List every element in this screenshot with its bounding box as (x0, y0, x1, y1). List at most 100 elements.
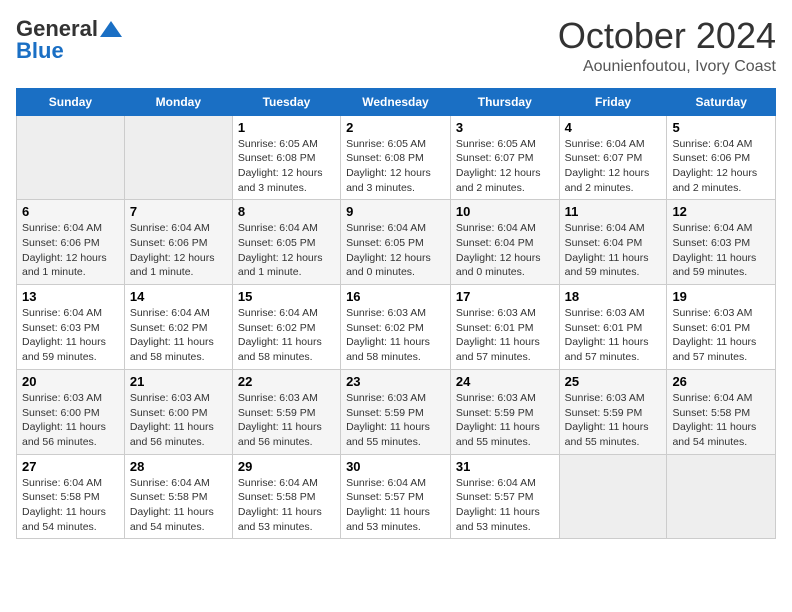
table-row: 25Sunrise: 6:03 AM Sunset: 5:59 PM Dayli… (559, 369, 667, 454)
table-row: 4 Sunrise: 6:04 AM Sunset: 6:07 PM Daylig… (559, 115, 667, 200)
day-number: 8 (238, 204, 335, 219)
day-number: 30 (346, 459, 445, 474)
day-info: Sunrise: 6:04 AM Sunset: 5:58 PM Dayligh… (238, 476, 335, 535)
day-number: 7 (130, 204, 227, 219)
header-friday: Friday (559, 88, 667, 115)
day-info: Sunrise: 6:04 AM Sunset: 6:04 PM Dayligh… (565, 221, 662, 280)
table-row: 12 Sunrise: 6:04 AM Sunset: 6:03 PM Dayli… (667, 200, 776, 285)
day-number: 1 (238, 120, 335, 135)
table-row: 15 Sunrise: 6:04 AM Sunset: 6:02 PM Dayli… (232, 285, 340, 370)
table-row: 10 Sunrise: 6:04 AM Sunset: 6:04 PM Dayli… (450, 200, 559, 285)
table-row: 3 Sunrise: 6:05 AM Sunset: 6:07 PM Daylig… (450, 115, 559, 200)
day-info: Sunrise: 6:03 AM Sunset: 6:01 PM Dayligh… (672, 306, 770, 365)
day-number: 12 (672, 204, 770, 219)
table-row: 29 Sunrise: 6:04 AM Sunset: 5:58 PM Dayli… (232, 454, 340, 539)
week-row-1: 1 Sunrise: 6:05 AM Sunset: 6:08 PM Daylig… (17, 115, 776, 200)
day-info: Sunrise: 6:03 AM Sunset: 6:02 PM Dayligh… (346, 306, 445, 365)
day-info: Sunrise: 6:03 AM Sunset: 6:00 PM Dayligh… (22, 391, 119, 450)
table-row: 26 Sunrise: 6:04 AM Sunset: 5:58 PM Dayli… (667, 369, 776, 454)
day-number: 27 (22, 459, 119, 474)
day-number: 3 (456, 120, 554, 135)
day-number: 19 (672, 289, 770, 304)
table-row (667, 454, 776, 539)
day-info: Sunrise: 6:03 AM Sunset: 6:01 PM Dayligh… (565, 306, 662, 365)
day-info: Sunrise: 6:03 AM Sunset: 6:00 PM Dayligh… (130, 391, 227, 450)
day-number: 2 (346, 120, 445, 135)
day-info: Sunrise: 6:04 AM Sunset: 6:04 PM Dayligh… (456, 221, 554, 280)
day-info: Sunrise: 6:04 AM Sunset: 6:07 PM Dayligh… (565, 137, 662, 196)
logo-blue: Blue (16, 38, 64, 64)
table-row: 21Sunrise: 6:03 AM Sunset: 6:00 PM Dayli… (124, 369, 232, 454)
day-number: 20 (22, 374, 119, 389)
table-row: 7 Sunrise: 6:04 AM Sunset: 6:06 PM Daylig… (124, 200, 232, 285)
day-info: Sunrise: 6:04 AM Sunset: 6:06 PM Dayligh… (22, 221, 119, 280)
table-row: 18 Sunrise: 6:03 AM Sunset: 6:01 PM Dayli… (559, 285, 667, 370)
day-number: 22 (238, 374, 335, 389)
table-row: 20 Sunrise: 6:03 AM Sunset: 6:00 PM Dayli… (17, 369, 125, 454)
table-row (124, 115, 232, 200)
logo-icon (100, 21, 122, 37)
day-number: 5 (672, 120, 770, 135)
table-row: 6 Sunrise: 6:04 AM Sunset: 6:06 PM Daylig… (17, 200, 125, 285)
day-info: Sunrise: 6:04 AM Sunset: 6:06 PM Dayligh… (130, 221, 227, 280)
day-number: 26 (672, 374, 770, 389)
calendar-table: Sunday Monday Tuesday Wednesday Thursday… (16, 88, 776, 540)
table-row: 17Sunrise: 6:03 AM Sunset: 6:01 PM Dayli… (450, 285, 559, 370)
week-row-4: 20 Sunrise: 6:03 AM Sunset: 6:00 PM Dayli… (17, 369, 776, 454)
header-monday: Monday (124, 88, 232, 115)
table-row: 24Sunrise: 6:03 AM Sunset: 5:59 PM Dayli… (450, 369, 559, 454)
table-row (559, 454, 667, 539)
day-number: 15 (238, 289, 335, 304)
day-info: Sunrise: 6:05 AM Sunset: 6:08 PM Dayligh… (346, 137, 445, 196)
header-thursday: Thursday (450, 88, 559, 115)
table-row: 31Sunrise: 6:04 AM Sunset: 5:57 PM Dayli… (450, 454, 559, 539)
day-info: Sunrise: 6:04 AM Sunset: 6:06 PM Dayligh… (672, 137, 770, 196)
day-info: Sunrise: 6:04 AM Sunset: 5:57 PM Dayligh… (346, 476, 445, 535)
day-number: 11 (565, 204, 662, 219)
day-info: Sunrise: 6:04 AM Sunset: 6:05 PM Dayligh… (238, 221, 335, 280)
day-info: Sunrise: 6:04 AM Sunset: 6:05 PM Dayligh… (346, 221, 445, 280)
day-info: Sunrise: 6:05 AM Sunset: 6:07 PM Dayligh… (456, 137, 554, 196)
day-info: Sunrise: 6:04 AM Sunset: 6:02 PM Dayligh… (130, 306, 227, 365)
table-row: 9 Sunrise: 6:04 AM Sunset: 6:05 PM Daylig… (341, 200, 451, 285)
table-row: 28Sunrise: 6:04 AM Sunset: 5:58 PM Dayli… (124, 454, 232, 539)
header-tuesday: Tuesday (232, 88, 340, 115)
week-row-5: 27 Sunrise: 6:04 AM Sunset: 5:58 PM Dayli… (17, 454, 776, 539)
day-number: 6 (22, 204, 119, 219)
table-row: 2 Sunrise: 6:05 AM Sunset: 6:08 PM Daylig… (341, 115, 451, 200)
table-row: 22 Sunrise: 6:03 AM Sunset: 5:59 PM Dayli… (232, 369, 340, 454)
day-number: 4 (565, 120, 662, 135)
table-row: 1 Sunrise: 6:05 AM Sunset: 6:08 PM Daylig… (232, 115, 340, 200)
calendar-title: October 2024 (558, 16, 776, 56)
header-saturday: Saturday (667, 88, 776, 115)
header-wednesday: Wednesday (341, 88, 451, 115)
day-number: 9 (346, 204, 445, 219)
header-sunday: Sunday (17, 88, 125, 115)
table-row: 27Sunrise: 6:04 AM Sunset: 5:58 PM Dayli… (17, 454, 125, 539)
day-number: 29 (238, 459, 335, 474)
day-info: Sunrise: 6:04 AM Sunset: 6:02 PM Dayligh… (238, 306, 335, 365)
day-info: Sunrise: 6:03 AM Sunset: 5:59 PM Dayligh… (238, 391, 335, 450)
week-row-2: 6 Sunrise: 6:04 AM Sunset: 6:06 PM Daylig… (17, 200, 776, 285)
week-row-3: 13Sunrise: 6:04 AM Sunset: 6:03 PM Dayli… (17, 285, 776, 370)
table-row: 30 Sunrise: 6:04 AM Sunset: 5:57 PM Dayli… (341, 454, 451, 539)
table-row: 14 Sunrise: 6:04 AM Sunset: 6:02 PM Dayli… (124, 285, 232, 370)
day-number: 25 (565, 374, 662, 389)
day-number: 16 (346, 289, 445, 304)
day-number: 28 (130, 459, 227, 474)
calendar-subtitle: Aounienfoutou, Ivory Coast (558, 58, 776, 76)
day-info: Sunrise: 6:04 AM Sunset: 6:03 PM Dayligh… (672, 221, 770, 280)
title-block: October 2024 Aounienfoutou, Ivory Coast (558, 16, 776, 76)
day-number: 10 (456, 204, 554, 219)
day-number: 31 (456, 459, 554, 474)
day-info: Sunrise: 6:05 AM Sunset: 6:08 PM Dayligh… (238, 137, 335, 196)
day-number: 14 (130, 289, 227, 304)
table-row: 11 Sunrise: 6:04 AM Sunset: 6:04 PM Dayli… (559, 200, 667, 285)
day-number: 24 (456, 374, 554, 389)
table-row: 23Sunrise: 6:03 AM Sunset: 5:59 PM Dayli… (341, 369, 451, 454)
day-info: Sunrise: 6:03 AM Sunset: 6:01 PM Dayligh… (456, 306, 554, 365)
day-number: 18 (565, 289, 662, 304)
day-info: Sunrise: 6:04 AM Sunset: 6:03 PM Dayligh… (22, 306, 119, 365)
table-row: 8 Sunrise: 6:04 AM Sunset: 6:05 PM Daylig… (232, 200, 340, 285)
day-info: Sunrise: 6:04 AM Sunset: 5:58 PM Dayligh… (672, 391, 770, 450)
